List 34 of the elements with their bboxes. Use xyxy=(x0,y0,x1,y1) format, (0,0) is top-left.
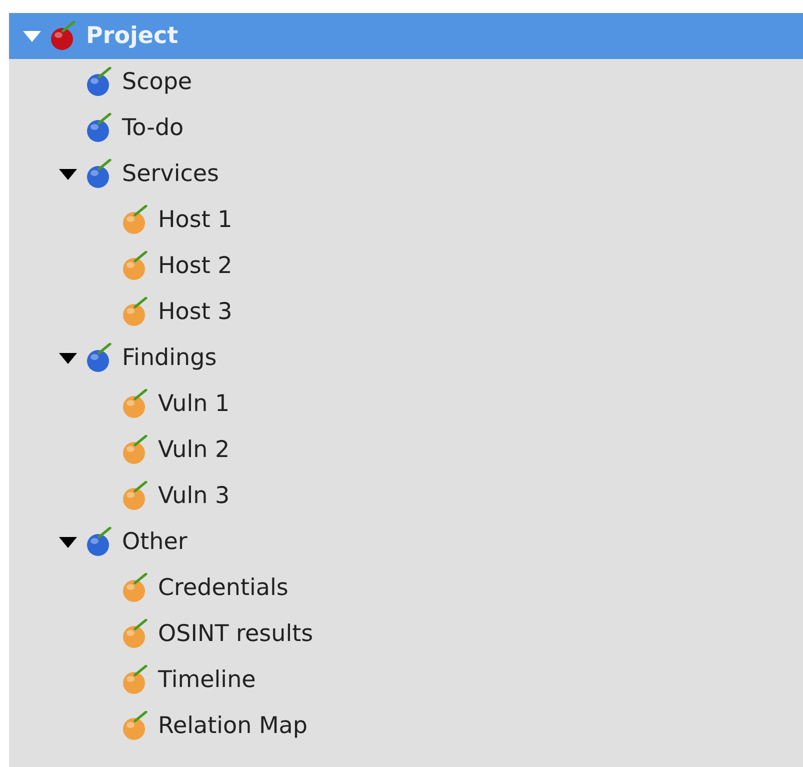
tree-row[interactable]: To-do xyxy=(9,105,803,151)
tree-row[interactable]: Vuln 1 xyxy=(9,381,803,427)
tree-row[interactable]: Credentials xyxy=(9,565,803,611)
tree-row[interactable]: Findings xyxy=(9,335,803,381)
node-label: Services xyxy=(122,160,219,189)
tree-row[interactable]: Services xyxy=(9,151,803,197)
node-label: Scope xyxy=(122,68,192,97)
tree-row[interactable]: OSINT results xyxy=(9,611,803,657)
tree-row[interactable]: Other xyxy=(9,519,803,565)
collapse-arrow-icon[interactable] xyxy=(59,536,77,548)
node-label: Vuln 1 xyxy=(158,390,230,419)
tree-row[interactable]: Host 1 xyxy=(9,197,803,243)
tree-row[interactable]: Vuln 3 xyxy=(9,473,803,519)
node-label: To-do xyxy=(122,114,184,143)
tree-row[interactable]: Vuln 2 xyxy=(9,427,803,473)
node-label: Timeline xyxy=(158,666,256,695)
node-label: Vuln 2 xyxy=(158,436,230,465)
tree-row[interactable]: Host 3 xyxy=(9,289,803,335)
tree-row[interactable]: Relation Map xyxy=(9,703,803,749)
node-label: Project xyxy=(86,22,178,51)
node-label: Credentials xyxy=(158,574,288,603)
node-label: Findings xyxy=(122,344,217,373)
tree-row[interactable]: Timeline xyxy=(9,657,803,703)
tree-row[interactable]: Host 2 xyxy=(9,243,803,289)
tree-row[interactable]: Scope xyxy=(9,59,803,105)
node-label: Relation Map xyxy=(158,712,308,741)
node-label: Host 3 xyxy=(158,298,232,327)
node-label: Host 1 xyxy=(158,206,232,235)
collapse-arrow-icon[interactable] xyxy=(59,352,77,364)
node-label: Other xyxy=(122,528,188,557)
node-label: Vuln 3 xyxy=(158,482,230,511)
node-label: Host 2 xyxy=(158,252,232,281)
collapse-arrow-icon[interactable] xyxy=(59,168,77,180)
node-label: OSINT results xyxy=(158,620,314,649)
